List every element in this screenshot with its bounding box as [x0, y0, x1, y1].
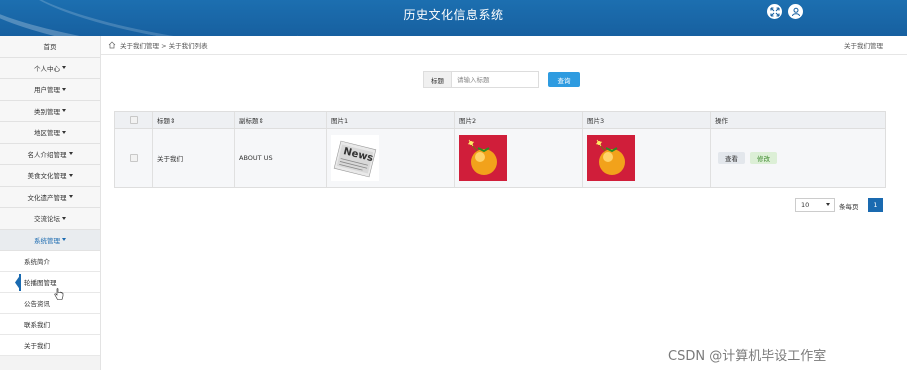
- sidebar-item-heritage-management[interactable]: 文化遗产管理: [0, 186, 100, 208]
- column-header-actions: 操作: [715, 117, 728, 125]
- user-icon[interactable]: [788, 4, 803, 19]
- page-size-select[interactable]: 10: [795, 198, 835, 212]
- sidebar-item-celebrity-management[interactable]: 名人介绍管理: [0, 143, 100, 165]
- watermark: CSDN @计算机毕设工作室: [668, 349, 827, 364]
- hand-cursor-icon: [54, 288, 64, 300]
- table-row: 关于我们 ABOUT US News 查看 修改: [115, 129, 885, 187]
- cell-subtitle: ABOUT US: [235, 129, 327, 187]
- breadcrumb-path[interactable]: 关于我们管理 > 关于我们列表: [120, 40, 208, 50]
- sidebar-item-category-management[interactable]: 类别管理: [0, 100, 100, 122]
- column-header-image3: 图片3: [583, 112, 711, 128]
- breadcrumb-current: 关于我们管理: [844, 42, 883, 50]
- sidebar-item-user-management[interactable]: 用户管理: [0, 79, 100, 101]
- search-input[interactable]: [452, 71, 539, 88]
- column-header-image1: 图片1: [327, 112, 455, 128]
- edit-button[interactable]: 修改: [750, 152, 777, 164]
- fullscreen-icon[interactable]: [767, 4, 782, 19]
- sidebar-subitem-about-us[interactable]: 关于我们: [0, 335, 100, 356]
- column-header-title[interactable]: 标题⇕: [153, 112, 235, 128]
- caret-down-icon: [68, 195, 73, 199]
- data-table: 标题⇕ 副标题⇕ 图片1 图片2 图片3 操作 关于我们 ABOUT US Ne…: [114, 111, 886, 188]
- fruit-bomb-image: [459, 135, 507, 181]
- search-button[interactable]: 查询: [548, 72, 580, 87]
- sidebar-subitem-system-intro[interactable]: 系统简介: [0, 251, 100, 272]
- caret-down-icon: [68, 152, 73, 156]
- select-all-checkbox[interactable]: [129, 116, 138, 124]
- caret-down-icon: [62, 130, 66, 134]
- row-checkbox[interactable]: [129, 154, 138, 162]
- sidebar-item-system-management[interactable]: 系统管理: [0, 229, 100, 251]
- sidebar: 首页 个人中心 用户管理 类别管理 地区管理 名人介绍管理 美食文化管理 文化遗…: [0, 36, 101, 370]
- caret-down-icon: [68, 173, 73, 177]
- sidebar-item-home[interactable]: 首页: [0, 36, 100, 58]
- column-header-subtitle[interactable]: 副标题⇕: [235, 112, 327, 128]
- page-number-current[interactable]: 1: [868, 198, 883, 212]
- chevron-down-icon: [826, 203, 830, 206]
- selected-marker-icon: [15, 274, 21, 291]
- fruit-bomb-image: [587, 135, 635, 181]
- table-header-row: 标题⇕ 副标题⇕ 图片1 图片2 图片3 操作: [115, 112, 885, 129]
- home-icon[interactable]: [108, 41, 116, 49]
- sidebar-item-food-culture-management[interactable]: 美食文化管理: [0, 165, 100, 187]
- news-newspaper-image: News: [331, 135, 379, 181]
- sidebar-subitem-announcements[interactable]: 公告资讯: [0, 293, 100, 314]
- caret-down-icon: [62, 66, 66, 70]
- caret-down-icon: [62, 216, 66, 220]
- view-button[interactable]: 查看: [718, 152, 745, 164]
- sidebar-subitem-contact-us[interactable]: 联系我们: [0, 314, 100, 335]
- app-header: 历史文化信息系统: [0, 0, 907, 36]
- caret-down-icon: [62, 238, 66, 242]
- breadcrumb: 关于我们管理 > 关于我们列表 关于我们管理: [101, 36, 907, 55]
- cell-title: 关于我们: [153, 129, 235, 187]
- caret-down-icon: [62, 87, 66, 91]
- per-page-label: 条每页: [839, 203, 859, 211]
- search-label: 标题: [423, 71, 452, 88]
- sidebar-item-personal-center[interactable]: 个人中心: [0, 57, 100, 79]
- column-header-image2: 图片2: [455, 112, 583, 128]
- sidebar-item-region-management[interactable]: 地区管理: [0, 122, 100, 144]
- sidebar-subitem-carousel-management[interactable]: 轮播图管理: [0, 272, 100, 293]
- sidebar-item-forum[interactable]: 交流论坛: [0, 208, 100, 230]
- caret-down-icon: [62, 109, 66, 113]
